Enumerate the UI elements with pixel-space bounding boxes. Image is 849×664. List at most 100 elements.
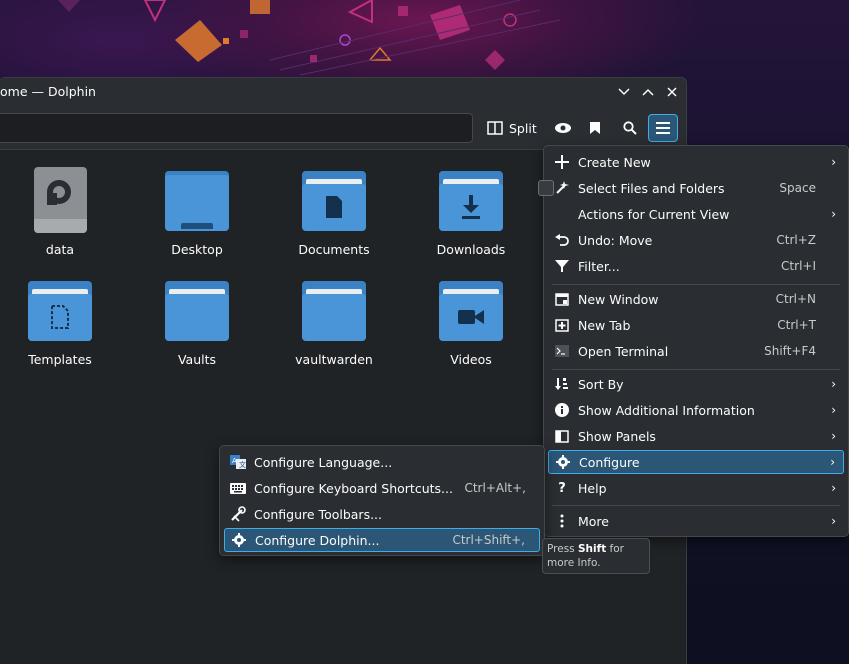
menu-item-new-tab[interactable]: New Tab Ctrl+T <box>548 313 844 337</box>
chevron-right-icon: › <box>831 403 836 417</box>
submenu-item-configure-shortcuts[interactable]: Configure Keyboard Shortcuts... Ctrl+Alt… <box>224 476 540 500</box>
preview-button[interactable] <box>550 114 576 142</box>
file-label: Videos <box>450 352 492 367</box>
file-item-videos[interactable]: Videos <box>411 277 531 367</box>
split-button[interactable]: Split <box>483 114 541 142</box>
menu-item-label: Show Additional Information <box>578 402 755 418</box>
menu-item-show-additional-info[interactable]: Show Additional Information › <box>548 398 844 422</box>
menu-item-label: Configure <box>579 454 640 470</box>
submenu-item-configure-dolphin[interactable]: Configure Dolphin... Ctrl+Shift+, <box>224 528 540 552</box>
info-icon <box>554 402 570 418</box>
menu-item-filter[interactable]: Filter... Ctrl+I <box>548 254 844 278</box>
menu-item-sort-by[interactable]: Sort By › <box>548 372 844 396</box>
location-bar[interactable] <box>0 113 473 143</box>
close-icon <box>667 87 677 97</box>
new-tab-icon <box>554 317 570 333</box>
chevron-right-icon: › <box>831 514 836 528</box>
eye-icon <box>555 123 571 133</box>
select-icon <box>554 180 570 196</box>
terminal-icon <box>554 343 570 359</box>
close-button[interactable] <box>662 82 682 102</box>
menu-item-shortcut: Ctrl+I <box>781 259 816 273</box>
chevron-right-icon: › <box>830 455 835 469</box>
menu-item-label: Configure Dolphin... <box>255 532 380 548</box>
menu-separator <box>552 284 840 285</box>
menu-item-help[interactable]: ? Help › <box>548 476 844 500</box>
menu-item-label: Open Terminal <box>578 343 669 359</box>
submenu-item-configure-toolbars[interactable]: Configure Toolbars... <box>224 502 540 526</box>
menu-separator <box>552 505 840 506</box>
chevron-right-icon: › <box>831 155 836 169</box>
submenu-item-configure-language[interactable]: A文 Configure Language... <box>224 450 540 474</box>
menu-item-new-window[interactable]: New Window Ctrl+N <box>548 287 844 311</box>
new-window-icon <box>554 291 570 307</box>
menu-item-undo[interactable]: Undo: Move Ctrl+Z <box>548 228 844 252</box>
file-item-vaults[interactable]: Vaults <box>137 277 257 367</box>
file-label: data <box>45 242 75 257</box>
wallpaper-shapes <box>58 0 561 76</box>
checkbox[interactable] <box>538 180 554 196</box>
folder-templates-icon <box>26 277 94 345</box>
configure-submenu: A文 Configure Language... Configure Keybo… <box>219 445 545 556</box>
search-icon <box>623 121 637 135</box>
menu-item-label: Select Files and Folders <box>578 180 725 196</box>
file-item-data[interactable]: data <box>0 167 120 257</box>
folder-icon <box>300 277 368 345</box>
help-icon: ? <box>558 480 566 496</box>
tooltip-prefix: Press <box>547 543 578 555</box>
menu-item-shortcut: Shift+F4 <box>764 344 816 358</box>
filter-icon <box>554 258 570 274</box>
menu-item-label: Help <box>578 480 607 496</box>
menu-item-label: New Tab <box>578 317 631 333</box>
file-item-vaultwarden[interactable]: vaultwarden <box>274 277 394 367</box>
minimize-button[interactable] <box>614 82 634 102</box>
panels-icon <box>554 428 570 444</box>
menu-item-label: Show Panels <box>578 428 656 444</box>
menu-item-label: Configure Keyboard Shortcuts... <box>254 480 453 496</box>
window-title: ome — Dolphin <box>0 84 96 99</box>
keyboard-icon <box>230 480 246 496</box>
folder-videos-icon <box>437 277 505 345</box>
undo-icon <box>554 232 570 248</box>
menu-item-label: Actions for Current View <box>578 206 730 222</box>
menu-item-label: Create New <box>578 154 651 170</box>
file-label: Documents <box>298 242 370 257</box>
menu-item-label: Sort By <box>578 376 624 392</box>
toolbar: Split <box>0 106 686 150</box>
chevron-up-icon <box>642 88 654 96</box>
folder-icon <box>163 277 231 345</box>
menu-item-show-panels[interactable]: Show Panels › <box>548 424 844 448</box>
menu-item-label: Configure Toolbars... <box>254 506 383 522</box>
chevron-right-icon: › <box>831 429 836 443</box>
sort-icon <box>554 376 570 392</box>
file-label: Desktop <box>171 242 223 257</box>
split-view-icon <box>487 121 503 135</box>
menu-item-more[interactable]: More › <box>548 509 844 533</box>
bookmark-button[interactable] <box>585 114 605 142</box>
menu-item-shortcut: Ctrl+Z <box>776 233 816 247</box>
file-item-templates[interactable]: Templates <box>0 277 120 367</box>
menu-item-label: More <box>578 513 609 529</box>
menu-item-actions-current-view[interactable]: Actions for Current View › <box>548 202 844 226</box>
maximize-button[interactable] <box>638 82 658 102</box>
menu-item-label: New Window <box>578 291 659 307</box>
file-label: vaultwarden <box>295 352 373 367</box>
file-item-documents[interactable]: Documents <box>274 167 394 257</box>
hamburger-icon <box>656 122 670 134</box>
hamburger-menu-button[interactable] <box>648 114 678 142</box>
main-menu: Create New › Select Files and Folders Sp… <box>538 145 849 537</box>
gear-icon <box>231 532 247 548</box>
menu-item-label: Filter... <box>578 258 620 274</box>
file-label: Downloads <box>436 242 506 257</box>
menu-item-configure[interactable]: Configure › <box>548 450 844 474</box>
chevron-right-icon: › <box>831 377 836 391</box>
titlebar[interactable]: ome — Dolphin <box>0 78 686 106</box>
menu-item-shortcut: Space <box>779 181 816 195</box>
menu-item-open-terminal[interactable]: Open Terminal Shift+F4 <box>548 339 844 363</box>
menu-item-create-new[interactable]: Create New › <box>548 150 844 174</box>
file-item-desktop[interactable]: Desktop <box>137 167 257 257</box>
file-item-downloads[interactable]: Downloads <box>411 167 531 257</box>
menu-item-label: Undo: Move <box>578 232 653 248</box>
search-button[interactable] <box>619 114 641 142</box>
menu-item-select-files[interactable]: Select Files and Folders Space <box>538 176 844 200</box>
